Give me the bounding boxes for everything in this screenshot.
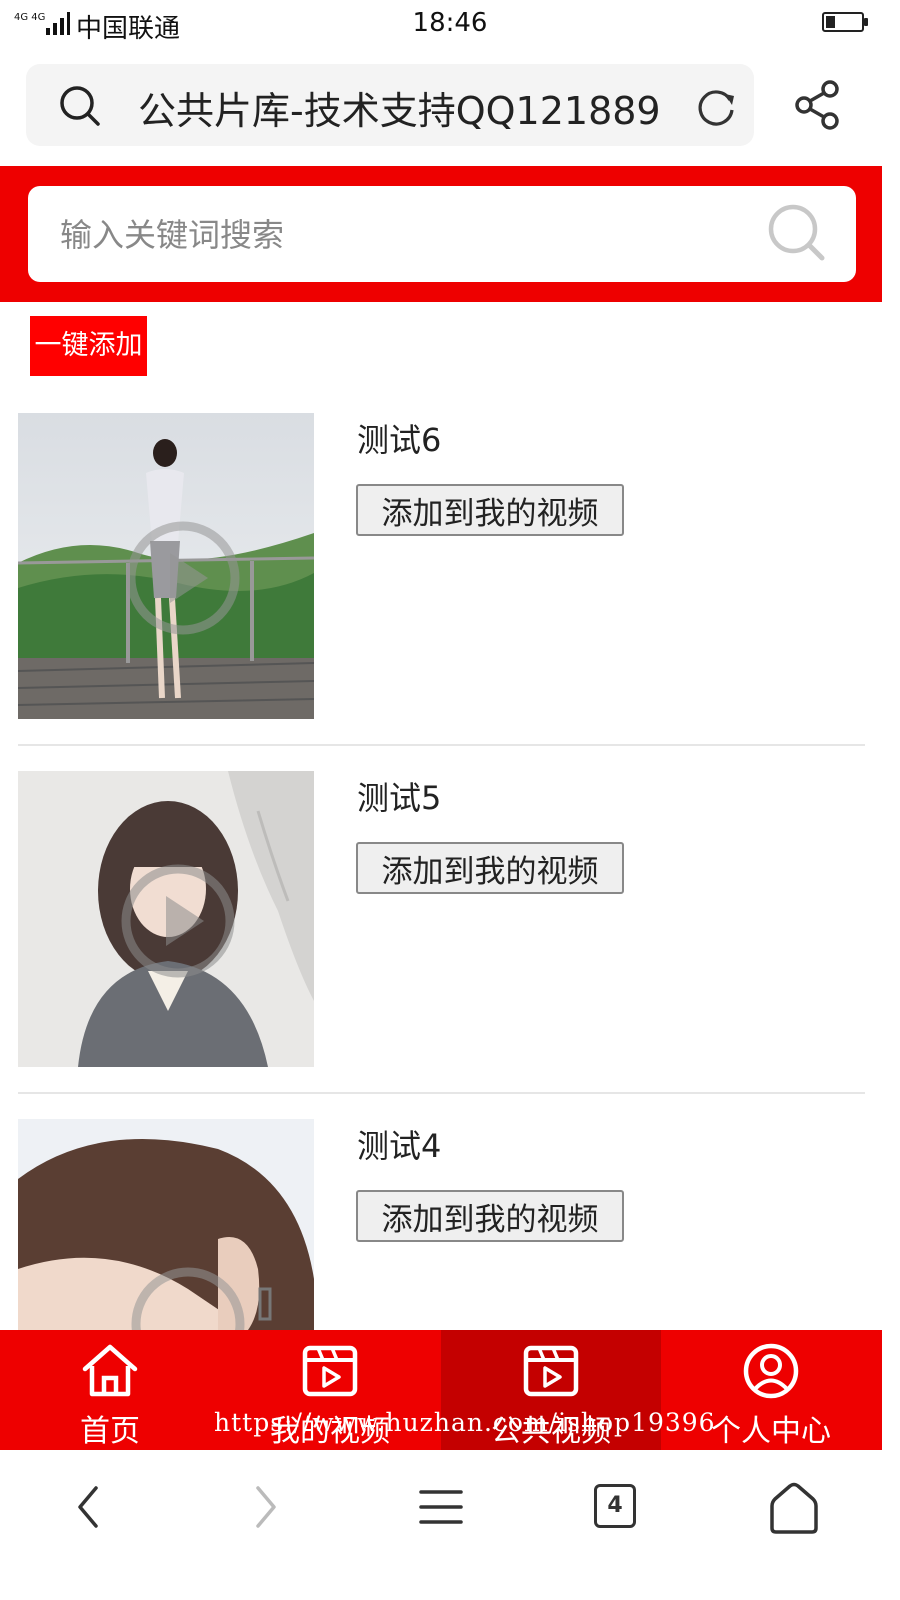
video-thumbnail[interactable] bbox=[18, 1119, 314, 1330]
status-bar: 4G 4G 中国联通 18:46 bbox=[0, 0, 900, 50]
search-icon[interactable] bbox=[58, 84, 102, 128]
watermark: https://www.huzhan.com/ishop19396 bbox=[214, 1408, 716, 1437]
video-thumbnail[interactable] bbox=[18, 771, 314, 1077]
video-thumbnail[interactable] bbox=[18, 413, 314, 719]
clock: 18:46 bbox=[412, 8, 488, 38]
one-click-add-button[interactable]: 一键添加 bbox=[30, 316, 147, 376]
list-item: 测试6 添加到我的视频 bbox=[0, 413, 882, 753]
menu-icon[interactable] bbox=[418, 1482, 464, 1532]
forward-icon[interactable] bbox=[250, 1482, 280, 1532]
battery-icon bbox=[822, 12, 868, 32]
tabs-count-button[interactable]: 4 bbox=[594, 1484, 636, 1528]
video-icon bbox=[302, 1345, 358, 1397]
user-icon bbox=[743, 1343, 799, 1399]
add-to-my-videos-button[interactable]: 添加到我的视频 bbox=[356, 842, 624, 894]
add-to-my-videos-button[interactable]: 添加到我的视频 bbox=[356, 484, 624, 536]
list-item: 测试4 添加到我的视频 bbox=[0, 1119, 882, 1330]
back-icon[interactable] bbox=[74, 1482, 104, 1532]
share-icon[interactable] bbox=[794, 80, 840, 130]
browser-nav-bar: 4 bbox=[0, 1452, 900, 1600]
search-box[interactable] bbox=[28, 186, 856, 282]
divider bbox=[18, 1092, 865, 1094]
video-icon bbox=[523, 1345, 579, 1397]
home-icon[interactable] bbox=[768, 1482, 820, 1534]
reload-icon[interactable] bbox=[694, 84, 738, 128]
search-icon[interactable] bbox=[766, 202, 830, 266]
list-item: 测试5 添加到我的视频 bbox=[0, 771, 882, 1111]
search-input[interactable] bbox=[58, 204, 742, 266]
video-title: 测试6 bbox=[357, 421, 442, 459]
video-title: 测试4 bbox=[357, 1127, 442, 1165]
tab-home[interactable]: 首页 bbox=[0, 1330, 220, 1450]
tab-label: 首页 bbox=[80, 1414, 140, 1449]
video-title: 测试5 bbox=[357, 779, 442, 817]
add-to-my-videos-button[interactable]: 添加到我的视频 bbox=[356, 1190, 624, 1242]
page-title[interactable]: 公共片库-技术支持QQ121889 bbox=[138, 80, 694, 135]
address-bar[interactable]: 公共片库-技术支持QQ121889 bbox=[26, 64, 754, 146]
divider bbox=[18, 744, 865, 746]
home-icon bbox=[82, 1344, 138, 1397]
